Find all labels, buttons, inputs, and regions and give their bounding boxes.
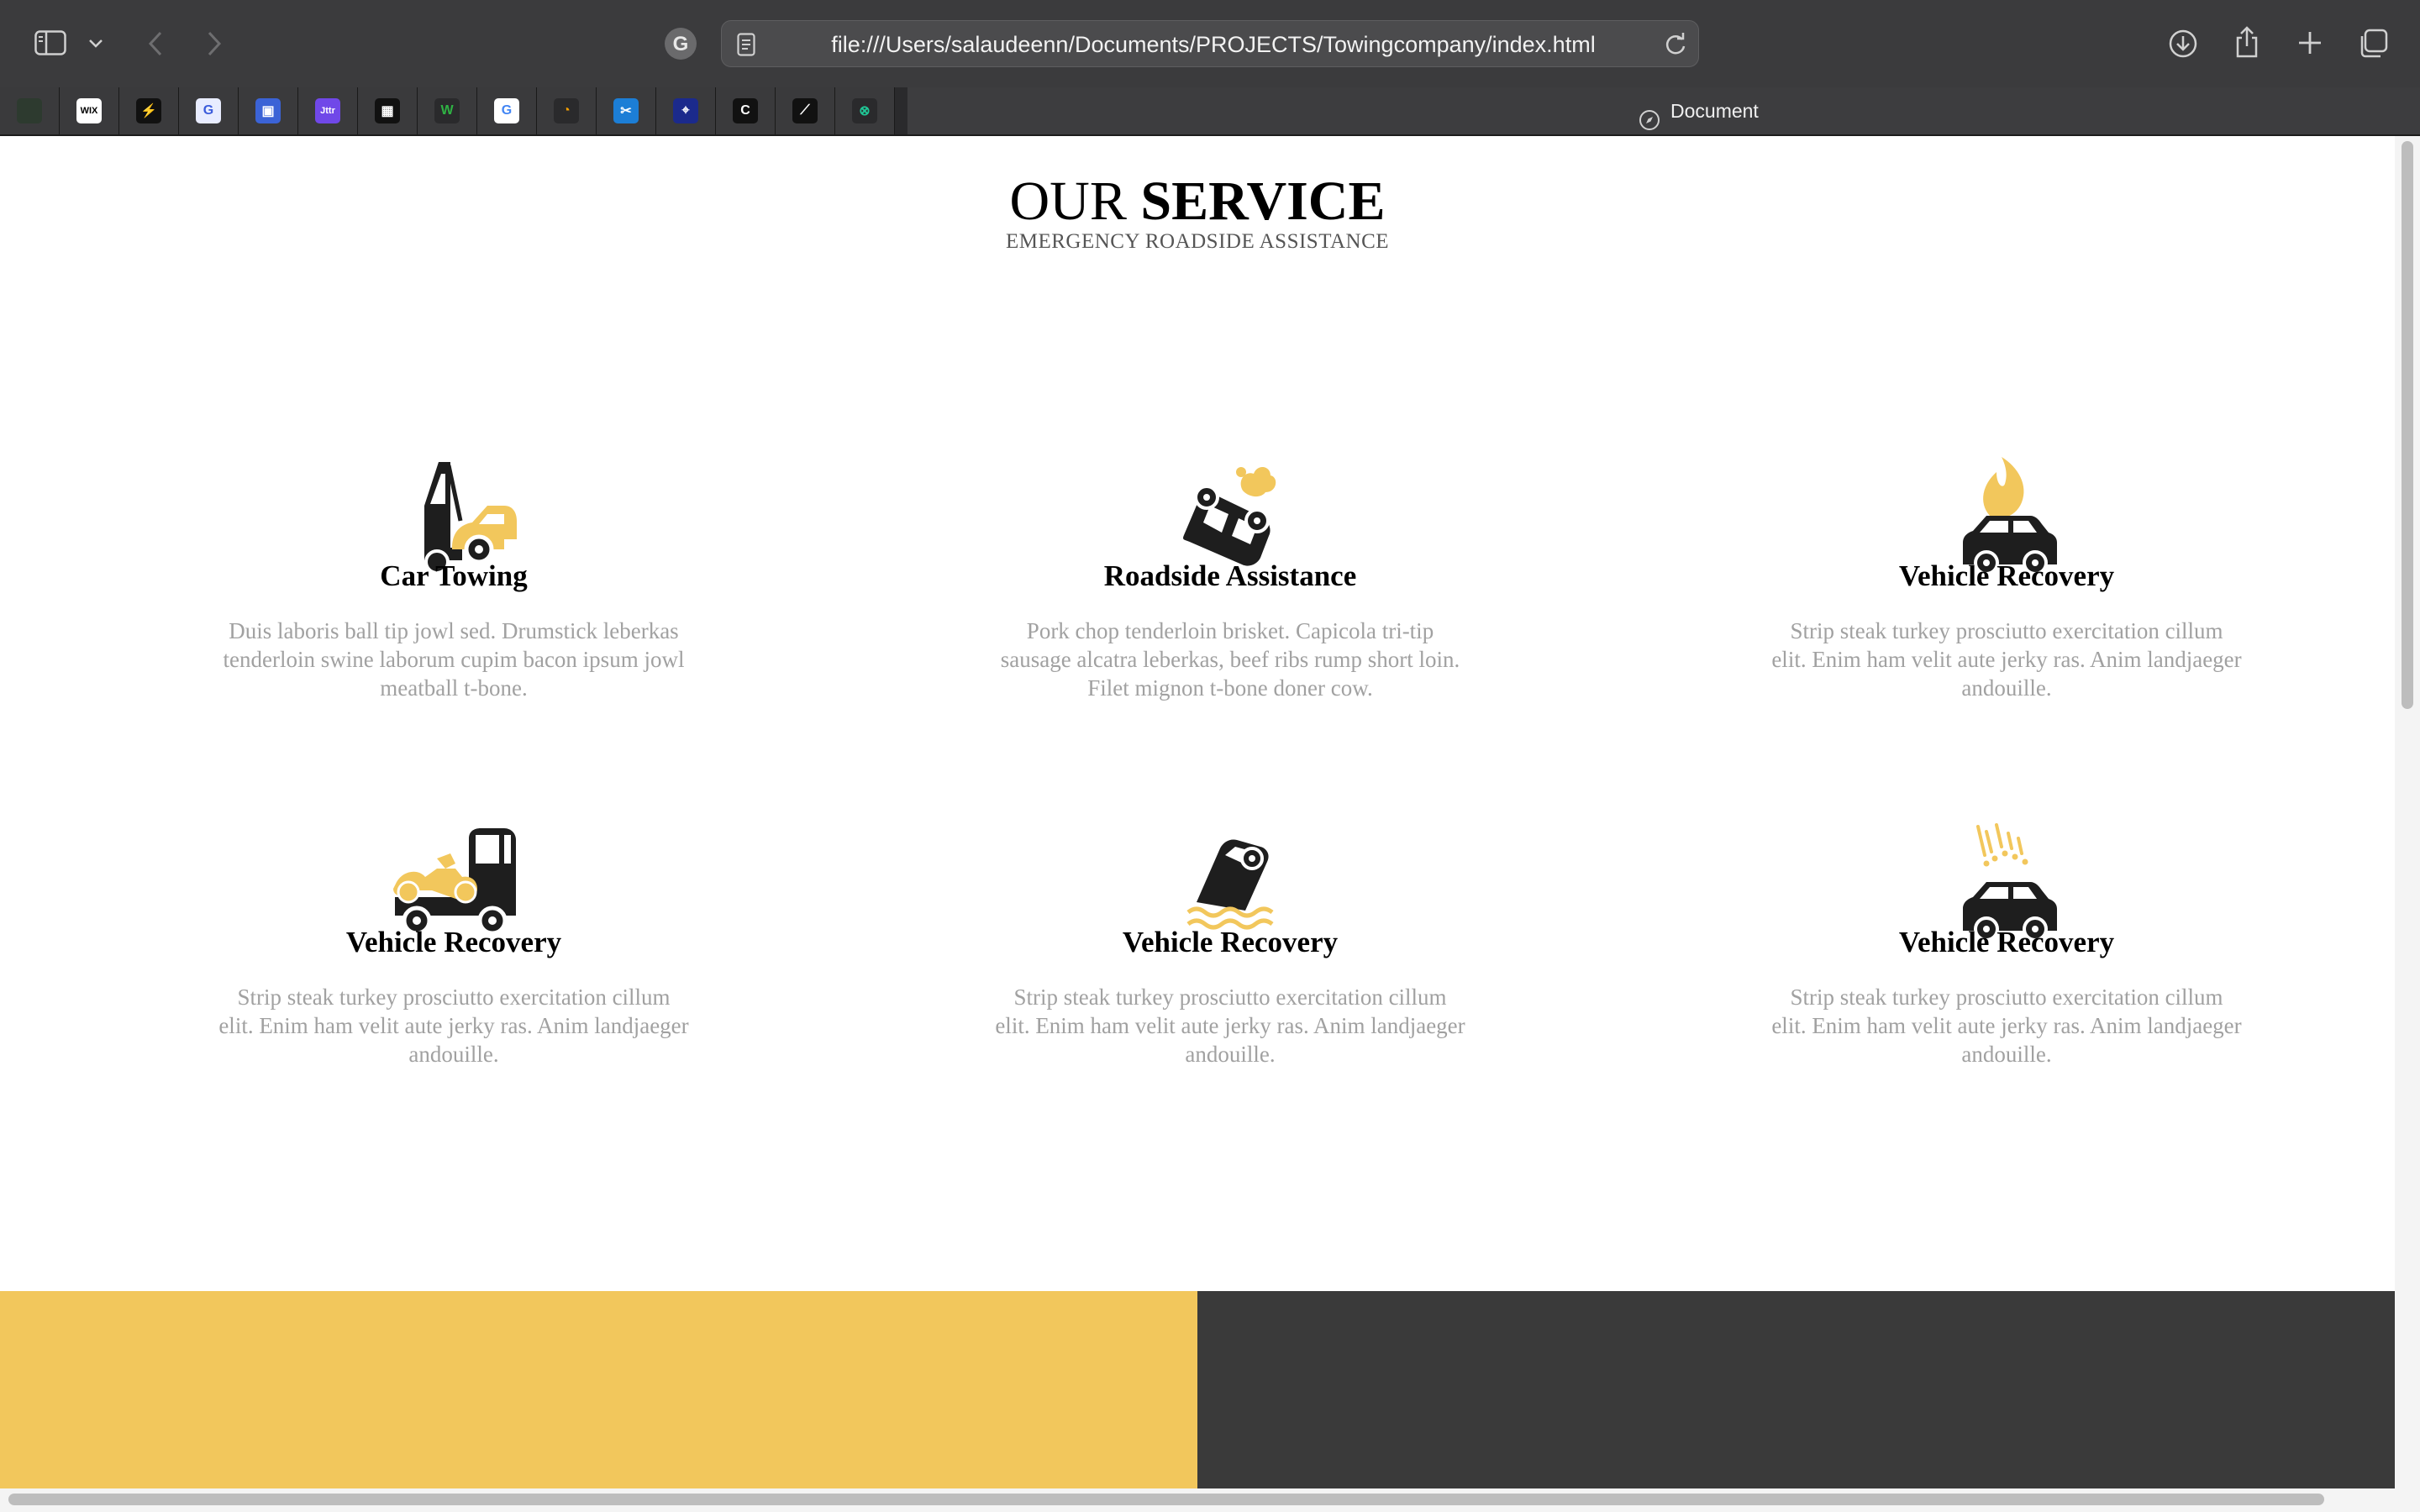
dark-banner-panel [1197, 1291, 2395, 1488]
google-icon: G [494, 98, 519, 123]
favorite-item[interactable]: ✂ [597, 87, 656, 134]
service-title: Car Towing [380, 559, 528, 592]
service-title: Vehicle Recovery [345, 926, 562, 958]
car-in-water-icon [1155, 822, 1306, 939]
google-my-business-icon: ▣ [255, 98, 281, 123]
favorite-item[interactable]: ▦ [358, 87, 418, 134]
tab-title: Document [1639, 87, 1759, 134]
service-description: Pork chop tenderloin brisket. Capicola t… [1000, 618, 1460, 701]
tab-title-text: Document [1670, 100, 1759, 122]
favorite-item[interactable]: ⟋ [776, 87, 835, 134]
share-icon[interactable] [2232, 24, 2262, 60]
service-card: Car Towing Duis laboris ball tip jowl se… [185, 455, 723, 732]
favorite-item[interactable]: ▣ [239, 87, 298, 134]
service-card: Vehicle Recovery Strip steak turkey pros… [185, 822, 723, 1099]
service-description: Strip steak turkey prosciutto exercitati… [995, 984, 1465, 1067]
service-description: Strip steak turkey prosciutto exercitati… [218, 984, 689, 1067]
favorite-item[interactable]: W [418, 87, 477, 134]
page-icon [735, 33, 757, 56]
address-bar[interactable]: file:///Users/salaudeenn/Documents/PROJE… [721, 20, 1699, 67]
service-description: Strip steak turkey prosciutto exercitati… [1771, 984, 2242, 1067]
codepen-like-icon: ⌖ [673, 98, 698, 123]
browser-toolbar: G file:///Users/salaudeenn/Documents/PRO… [0, 0, 2420, 87]
section-title-normal: OUR [1009, 171, 1141, 232]
yellow-banner-panel [0, 1291, 1197, 1488]
favorites-bar: WIX ⚡ G ▣ Jttr ▦ W G ◔ ✂ ⌖ C ⟋ ⊗ Document [0, 87, 2420, 134]
svg-text:G: G [673, 33, 689, 55]
favorite-item[interactable]: ⌖ [656, 87, 716, 134]
service-description: Duis laboris ball tip jowl sed. Drumstic… [223, 618, 685, 701]
horizontal-scrollbar[interactable] [8, 1494, 2324, 1505]
service-title: Roadside Assistance [1103, 559, 1357, 592]
lightning-app-icon: ⚡ [136, 98, 161, 123]
favorites-list: WIX ⚡ G ▣ Jttr ▦ W G ◔ ✂ ⌖ C ⟋ ⊗ [0, 87, 895, 134]
service-card: Vehicle Recovery Strip steak turkey pros… [961, 822, 1499, 1099]
download-icon[interactable] [2166, 27, 2200, 60]
back-arrow-icon[interactable] [143, 27, 168, 60]
grammarly-icon: G [196, 98, 221, 123]
sidebar-toggle-icon[interactable] [34, 29, 67, 57]
motorcycle-transport-truck-icon [378, 822, 529, 939]
car-hail-icon [1931, 822, 2082, 942]
section-subtitle: EMERGENCY ROADSIDE ASSISTANCE [1005, 230, 1390, 253]
service-card: Vehicle Recovery Strip steak turkey pros… [1738, 455, 2275, 732]
service-card: Roadside Assistance Pork chop tenderloin… [961, 455, 1499, 732]
favorite-item[interactable] [0, 87, 60, 134]
favorite-item[interactable]: G [477, 87, 537, 134]
c-app-icon: C [733, 98, 758, 123]
mountain-app-icon [17, 98, 42, 123]
active-tab[interactable]: Document [908, 87, 2420, 134]
jitter-icon: Jttr [315, 98, 340, 123]
bolt-app-icon: ⟋ [792, 98, 818, 123]
webflow-icon: W [434, 98, 460, 123]
favorite-item[interactable]: G [179, 87, 239, 134]
pie-chart-app-icon: ◔ [554, 98, 579, 123]
url-text: file:///Users/salaudeenn/Documents/PROJE… [831, 32, 1596, 57]
service-card: Vehicle Recovery Strip steak turkey pros… [1738, 822, 2275, 1099]
tab-overview-icon[interactable] [2356, 27, 2390, 60]
favorite-item[interactable]: WIX [60, 87, 119, 134]
forward-arrow-icon[interactable] [202, 27, 227, 60]
favorite-item[interactable]: ⊗ [835, 87, 895, 134]
wix-icon: WIX [76, 98, 102, 123]
vertical-scrollbar[interactable] [2402, 141, 2413, 709]
favorite-item[interactable]: ◔ [537, 87, 597, 134]
service-title: Vehicle Recovery [1898, 559, 2115, 592]
favorite-item[interactable]: C [716, 87, 776, 134]
section-title-bold: SERVICE [1140, 171, 1386, 232]
web-page: OUR SERVICE EMERGENCY ROADSIDE ASSISTANC… [0, 136, 2395, 1488]
new-tab-plus-icon[interactable] [2296, 29, 2324, 57]
favorite-item[interactable]: ⚡ [119, 87, 179, 134]
tow-truck-icon [378, 455, 529, 575]
service-title: Vehicle Recovery [1898, 926, 2115, 958]
reload-icon[interactable] [1663, 32, 1688, 57]
section-title: OUR SERVICE [0, 170, 2395, 234]
favorite-item[interactable]: Jttr [298, 87, 358, 134]
service-title: Vehicle Recovery [1122, 926, 1339, 958]
capcut-icon: ✂ [613, 98, 639, 123]
location-pin-icon: ⊗ [852, 98, 877, 123]
overturned-car-icon [1155, 455, 1306, 573]
chevron-down-icon[interactable] [87, 34, 104, 54]
service-description: Strip steak turkey prosciutto exercitati… [1771, 618, 2242, 701]
packs-icon: ▦ [375, 98, 400, 123]
car-fire-icon [1931, 455, 2082, 575]
grammarly-extension-icon[interactable]: G [664, 27, 697, 60]
